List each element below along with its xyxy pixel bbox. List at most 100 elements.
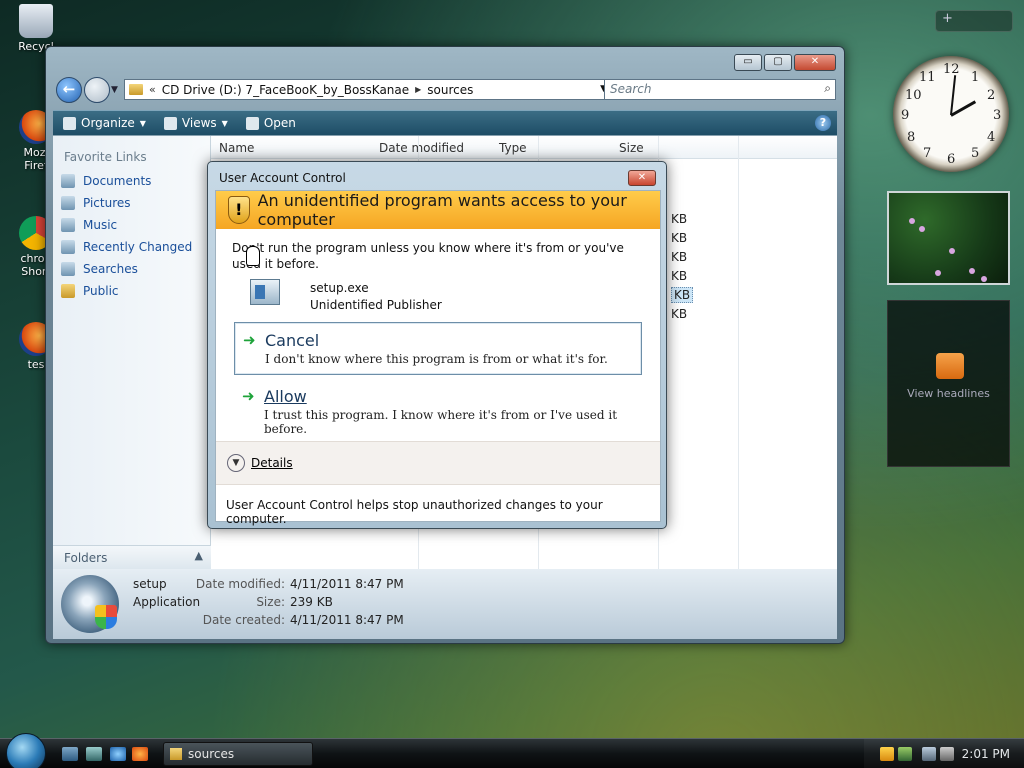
green-arrow-icon: ➜ bbox=[243, 331, 256, 349]
nav-link-recently-changed[interactable]: Recently Changed bbox=[61, 240, 192, 254]
nav-link-music[interactable]: Music bbox=[61, 218, 117, 232]
folders-label: Folders bbox=[64, 551, 108, 565]
views-label: Views bbox=[181, 116, 217, 130]
details-file-name: setup bbox=[133, 577, 167, 591]
clock-time[interactable]: 2:01 PM bbox=[962, 747, 1010, 761]
search-placeholder: Search bbox=[610, 82, 652, 96]
clock-number: 10 bbox=[905, 88, 922, 103]
taskbar-window-sources[interactable]: sources bbox=[163, 742, 313, 766]
uac-headline: An unidentified program wants access to … bbox=[257, 191, 627, 229]
show-desktop-icon[interactable] bbox=[62, 747, 78, 761]
details-label: Details bbox=[251, 456, 293, 470]
program-icon bbox=[250, 279, 280, 305]
folders-toggle[interactable]: Folders ▲ bbox=[53, 545, 211, 569]
address-bar[interactable]: « CD Drive (D:) 7_FaceBooK_by_BossKanae … bbox=[124, 79, 614, 100]
feed-headlines-gadget[interactable]: View headlines bbox=[887, 300, 1010, 467]
window-controls: ▭ ▢ ✕ bbox=[734, 54, 836, 71]
nav-link-label: Public bbox=[83, 284, 119, 298]
slideshow-gadget[interactable] bbox=[887, 191, 1010, 285]
sidebar-add-gadget-button[interactable]: + bbox=[935, 10, 1013, 32]
details-pane: setup Application Date modified: 4/11/20… bbox=[53, 569, 837, 639]
uac-dialog: User Account Control ✕ ! An unidentified… bbox=[207, 161, 667, 529]
warning-shield-icon: ! bbox=[228, 196, 250, 224]
feed-gadget-label[interactable]: View headlines bbox=[888, 387, 1009, 400]
nav-link-pictures[interactable]: Pictures bbox=[61, 196, 131, 210]
allow-description: I trust this program. I know where it's … bbox=[264, 408, 618, 436]
pictures-icon bbox=[61, 196, 75, 210]
open-icon bbox=[245, 116, 259, 130]
chevron-up-icon: ▲ bbox=[194, 549, 203, 562]
nav-link-documents[interactable]: Documents bbox=[61, 174, 151, 188]
cancel-button[interactable]: ➜ Cancel I don't know where this program… bbox=[234, 322, 642, 375]
breadcrumb-overflow[interactable]: « bbox=[149, 83, 156, 96]
taskbar-window-label: sources bbox=[188, 747, 235, 761]
file-size-cell[interactable]: KB bbox=[671, 212, 687, 226]
clock-number: 4 bbox=[987, 130, 996, 145]
search-icon[interactable]: ⌕ bbox=[824, 81, 831, 96]
allow-button[interactable]: ➜ Allow I trust this program. I know whe… bbox=[234, 379, 642, 436]
volume-muted-icon[interactable] bbox=[940, 747, 954, 761]
hand-cursor-icon bbox=[246, 246, 260, 266]
start-button[interactable] bbox=[6, 733, 46, 768]
uac-body: ! An unidentified program wants access t… bbox=[215, 190, 661, 526]
public-folder-icon bbox=[61, 284, 75, 298]
file-size-cell[interactable]: KB bbox=[671, 307, 687, 321]
windows-update-icon[interactable] bbox=[898, 747, 912, 761]
open-button[interactable]: Open bbox=[245, 116, 296, 130]
clock-gadget: 12 1 2 3 4 5 6 7 8 9 10 11 bbox=[893, 56, 1009, 172]
program-publisher: Unidentified Publisher bbox=[310, 298, 442, 312]
nav-link-public[interactable]: Public bbox=[61, 284, 119, 298]
column-header-name[interactable]: Name bbox=[219, 141, 254, 155]
details-toggle[interactable]: ▼ Details bbox=[216, 441, 660, 485]
clock-number: 12 bbox=[943, 62, 960, 77]
close-button[interactable]: ✕ bbox=[794, 54, 836, 71]
organize-icon bbox=[63, 116, 76, 130]
column-header-type[interactable]: Type bbox=[499, 141, 527, 155]
allow-title: Allow bbox=[264, 387, 307, 406]
windows-shield-icon bbox=[95, 605, 117, 629]
nav-link-searches[interactable]: Searches bbox=[61, 262, 138, 276]
column-header-size[interactable]: Size bbox=[619, 141, 644, 155]
recycle-bin-icon bbox=[19, 4, 53, 38]
network-icon[interactable] bbox=[922, 747, 936, 761]
uac-warning-text: Don't run the program unless you know wh… bbox=[232, 241, 624, 271]
breadcrumb-item[interactable]: CD Drive (D:) 7_FaceBooK_by_BossKanae bbox=[162, 83, 409, 97]
clock-number: 11 bbox=[919, 70, 936, 85]
firefox-icon[interactable] bbox=[132, 747, 148, 761]
documents-icon bbox=[61, 174, 75, 188]
breadcrumb-item[interactable]: sources bbox=[427, 83, 473, 97]
search-input[interactable]: Search ⌕ bbox=[604, 79, 836, 100]
switch-windows-icon[interactable] bbox=[86, 747, 102, 761]
security-shield-icon[interactable] bbox=[880, 747, 894, 761]
views-button[interactable]: Views ▼ bbox=[163, 116, 228, 130]
file-size-cell[interactable]: KB bbox=[671, 269, 687, 283]
maximize-button[interactable]: ▢ bbox=[764, 54, 792, 71]
recent-pages-dropdown[interactable]: ▼ bbox=[111, 85, 118, 95]
nav-link-label: Recently Changed bbox=[83, 240, 193, 254]
minimize-button[interactable]: ▭ bbox=[734, 54, 762, 71]
taskbar: sources 2:01 PM bbox=[0, 733, 1024, 768]
uac-close-button[interactable]: ✕ bbox=[628, 170, 656, 186]
chevron-down-icon: ▼ bbox=[221, 118, 228, 128]
file-size-cell-selected[interactable]: KB bbox=[671, 287, 694, 303]
column-header-date-modified[interactable]: Date modified bbox=[379, 141, 464, 155]
file-size-cell[interactable]: KB bbox=[671, 231, 687, 245]
clock-number: 3 bbox=[993, 108, 1002, 123]
breadcrumb-separator-icon[interactable]: ▶ bbox=[415, 85, 421, 94]
internet-explorer-icon[interactable] bbox=[110, 747, 126, 761]
file-size-cell[interactable]: KB bbox=[671, 250, 687, 264]
clock-number: 8 bbox=[907, 130, 916, 145]
folder-icon bbox=[170, 748, 182, 760]
organize-button[interactable]: Organize ▼ bbox=[63, 116, 146, 130]
nav-link-label: Pictures bbox=[83, 196, 131, 210]
clock-number: 9 bbox=[901, 108, 910, 123]
back-button[interactable]: ← bbox=[56, 77, 82, 103]
help-icon[interactable]: ? bbox=[815, 115, 831, 131]
forward-button[interactable] bbox=[84, 77, 110, 103]
uac-footer: User Account Control helps stop unauthor… bbox=[226, 498, 603, 526]
details-size: 239 KB bbox=[290, 595, 333, 609]
searches-icon bbox=[61, 262, 75, 276]
details-date-modified: 4/11/2011 8:47 PM bbox=[290, 577, 404, 591]
clock-number: 5 bbox=[971, 146, 980, 161]
details-date-modified-label: Date modified: bbox=[195, 577, 285, 591]
